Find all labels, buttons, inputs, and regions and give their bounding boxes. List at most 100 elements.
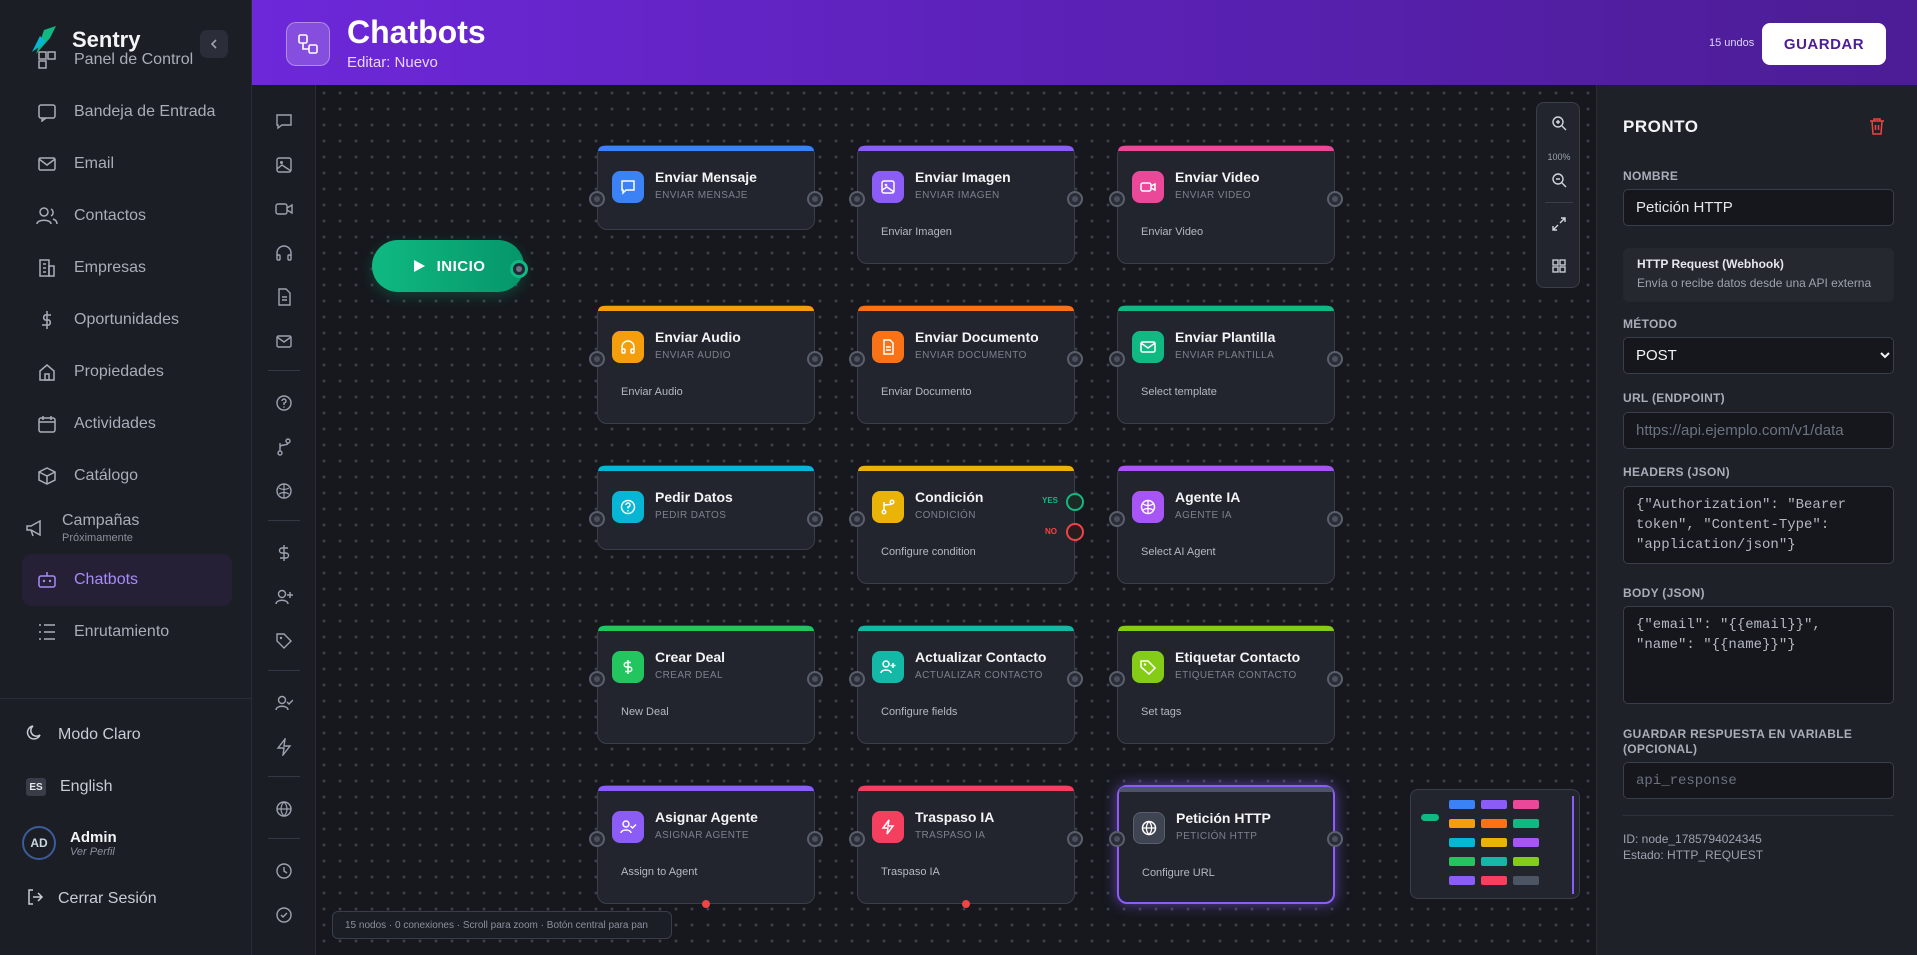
check-circle-icon[interactable] — [272, 903, 296, 927]
sidebar-item-campaigns[interactable]: Campañas Próximamente — [22, 502, 232, 554]
node-type-label: ENVIAR MENSAJE — [655, 190, 748, 201]
condition-no-port[interactable] — [1066, 523, 1084, 541]
headphones-icon[interactable] — [272, 241, 296, 265]
node-condition[interactable]: Condición CONDICIÓN Configure condition — [857, 465, 1075, 584]
response-variable-field[interactable] — [1623, 762, 1894, 799]
ai-brain-icon[interactable] — [272, 479, 296, 503]
node-input-port[interactable] — [1109, 511, 1125, 527]
node-output-port[interactable] — [1327, 351, 1343, 367]
node-accent-bar — [1118, 146, 1334, 151]
video-icon[interactable] — [272, 197, 296, 221]
node-send-document[interactable]: Enviar Documento ENVIAR DOCUMENTO Enviar D… — [857, 305, 1075, 424]
document-icon[interactable] — [272, 285, 296, 309]
node-input-port[interactable] — [589, 511, 605, 527]
url-field[interactable] — [1623, 412, 1894, 449]
delete-node-button[interactable] — [1869, 117, 1885, 140]
node-bottom-port[interactable] — [702, 900, 710, 908]
sidebar-item-panel[interactable]: Panel de Control — [22, 48, 232, 86]
node-input-port[interactable] — [589, 671, 605, 687]
node-output-port[interactable] — [1067, 671, 1083, 687]
node-output-port[interactable] — [1067, 351, 1083, 367]
node-send-video[interactable]: Enviar Video ENVIAR VIDEO Enviar Video — [1117, 145, 1335, 264]
node-input-port[interactable] — [849, 671, 865, 687]
sidebar-item-companies[interactable]: Empresas — [22, 242, 232, 294]
node-http-request[interactable]: Petición HTTP PETICIÓN HTTP Configure URL — [1117, 785, 1335, 904]
node-output-port[interactable] — [807, 351, 823, 367]
node-output-port[interactable] — [1327, 511, 1343, 527]
node-input-port[interactable] — [849, 511, 865, 527]
node-input-port[interactable] — [849, 831, 865, 847]
lightning-icon[interactable] — [272, 735, 296, 759]
node-output-port[interactable] — [1067, 831, 1083, 847]
node-tag-contact[interactable]: Etiquetar Contacto ETIQUETAR CONTACTO Set … — [1117, 625, 1335, 744]
language-switch[interactable]: ES English — [0, 761, 252, 813]
node-output-port[interactable] — [807, 671, 823, 687]
user-check-icon[interactable] — [272, 691, 296, 715]
start-node[interactable]: INICIO — [372, 240, 524, 292]
node-update-contact[interactable]: Actualizar Contacto ACTUALIZAR CONTACTO Co… — [857, 625, 1075, 744]
dollar-icon[interactable] — [272, 541, 296, 565]
node-send-audio[interactable]: Enviar Audio ENVIAR AUDIO Enviar Audio — [597, 305, 815, 424]
node-send-message[interactable]: Enviar Mensaje ENVIAR MENSAJE — [597, 145, 815, 230]
node-input-port[interactable] — [849, 191, 865, 207]
node-input-port[interactable] — [1109, 671, 1125, 687]
node-create-deal[interactable]: Crear Deal CREAR DEAL New Deal — [597, 625, 815, 744]
sidebar-item-chatbots[interactable]: Chatbots — [22, 554, 232, 606]
body-field[interactable]: {"email": "{{email}}", "name": "{{name}}… — [1623, 606, 1894, 704]
name-field[interactable] — [1623, 189, 1894, 226]
node-input-port[interactable] — [1109, 351, 1125, 367]
sidebar-item-email[interactable]: Email — [22, 138, 232, 190]
theme-toggle[interactable]: Modo Claro — [0, 709, 252, 761]
view-profile-link[interactable]: Ver Perfil — [70, 846, 117, 858]
node-output-port[interactable] — [1327, 671, 1343, 687]
sidebar-item-opportunities[interactable]: Oportunidades — [22, 294, 232, 346]
save-button[interactable]: GUARDAR — [1762, 23, 1886, 65]
sidebar-item-catalog[interactable]: Catálogo — [22, 450, 232, 502]
branch-icon[interactable] — [272, 435, 296, 459]
sidebar-item-routing[interactable]: Enrutamiento — [22, 606, 232, 658]
node-input-port[interactable] — [1109, 191, 1125, 207]
start-output-port[interactable] — [510, 260, 528, 278]
sidebar-item-contacts[interactable]: Contactos — [22, 190, 232, 242]
tag-icon[interactable] — [272, 629, 296, 653]
node-send-template[interactable]: Enviar Plantilla ENVIAR PLANTILLA Select t… — [1117, 305, 1335, 424]
condition-yes-port[interactable] — [1066, 493, 1084, 511]
minimap[interactable] — [1410, 789, 1580, 899]
node-assign-agent[interactable]: Asignar Agente ASIGNAR AGENTE Assign to Ag… — [597, 785, 815, 904]
node-output-port[interactable] — [1067, 191, 1083, 207]
grid-icon[interactable] — [1549, 256, 1569, 276]
node-output-port[interactable] — [1327, 831, 1343, 847]
question-icon[interactable] — [272, 391, 296, 415]
sidebar-item-properties[interactable]: Propiedades — [22, 346, 232, 398]
fit-view-icon[interactable] — [1549, 214, 1569, 234]
node-ask-data[interactable]: Pedir Datos PEDIR DATOS — [597, 465, 815, 550]
node-ai-handoff[interactable]: Traspaso IA TRASPASO IA Traspaso IA — [857, 785, 1075, 904]
message-icon[interactable] — [272, 109, 296, 133]
node-input-port[interactable] — [589, 191, 605, 207]
node-output-port[interactable] — [1327, 191, 1343, 207]
node-output-port[interactable] — [807, 511, 823, 527]
zoom-out-icon[interactable] — [1549, 170, 1569, 190]
node-output-port[interactable] — [807, 191, 823, 207]
sidebar-item-activities[interactable]: Actividades — [22, 398, 232, 450]
user-plus-icon[interactable] — [272, 585, 296, 609]
node-input-port[interactable] — [1109, 831, 1125, 847]
node-input-port[interactable] — [589, 351, 605, 367]
zoom-in-icon[interactable] — [1549, 113, 1569, 133]
image-icon[interactable] — [272, 153, 296, 177]
node-bottom-port[interactable] — [962, 900, 970, 908]
template-mail-icon[interactable] — [272, 329, 296, 353]
node-output-port[interactable] — [807, 831, 823, 847]
sidebar-item-inbox[interactable]: Bandeja de Entrada — [22, 86, 232, 138]
user-profile[interactable]: AD Admin Ver Perfil — [0, 813, 252, 873]
method-select[interactable]: POST — [1623, 337, 1894, 374]
globe-icon[interactable] — [272, 797, 296, 821]
node-input-port[interactable] — [589, 831, 605, 847]
node-input-port[interactable] — [849, 351, 865, 367]
clock-icon[interactable] — [272, 859, 296, 883]
logout-button[interactable]: Cerrar Sesión — [0, 873, 252, 925]
node-send-image[interactable]: Enviar Imagen ENVIAR IMAGEN Enviar Imagen — [857, 145, 1075, 264]
node-ai-agent[interactable]: Agente IA AGENTE IA Select AI Agent — [1117, 465, 1335, 584]
flow-canvas[interactable]: INICIO Enviar Mensaje ENVIAR MENSAJE Envia… — [316, 85, 1596, 955]
headers-field[interactable]: {"Authorization": "Bearer token", "Conte… — [1623, 486, 1894, 564]
